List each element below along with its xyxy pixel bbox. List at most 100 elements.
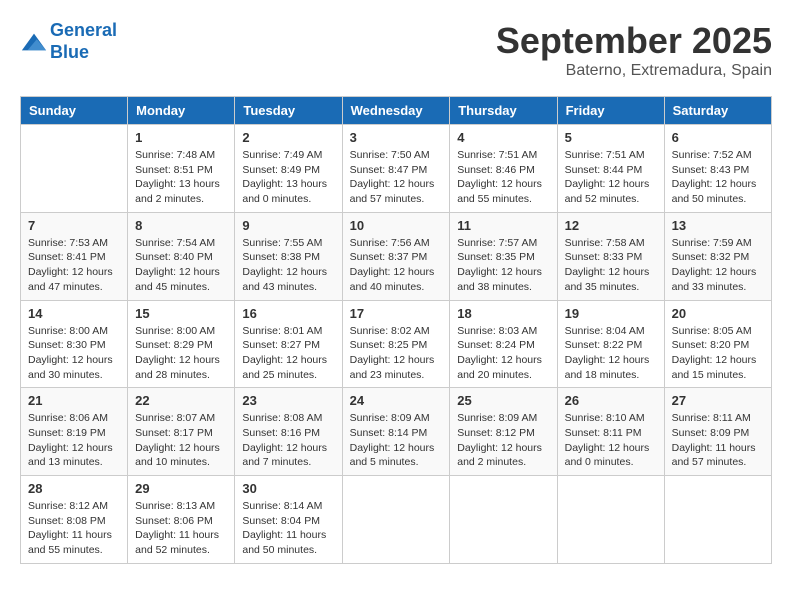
calendar-cell: 25Sunrise: 8:09 AM Sunset: 8:12 PM Dayli… [450, 388, 557, 476]
day-number: 8 [135, 218, 227, 233]
day-info: Sunrise: 8:13 AM Sunset: 8:06 PM Dayligh… [135, 499, 227, 558]
calendar-cell: 5 Sunrise: 7:51 AM Sunset: 8:44 PM Daylig… [557, 125, 664, 213]
day-info: Sunrise: 8:11 AM Sunset: 8:09 PM Dayligh… [672, 411, 764, 470]
day-info: Sunrise: 8:06 AM Sunset: 8:19 PM Dayligh… [28, 411, 120, 470]
day-number: 12 [565, 218, 657, 233]
col-header-tuesday: Tuesday [235, 97, 342, 125]
day-info: Sunrise: 8:02 AM Sunset: 8:25 PM Dayligh… [350, 324, 443, 383]
day-number: 6 [672, 130, 764, 145]
col-header-wednesday: Wednesday [342, 97, 450, 125]
day-number: 7 [28, 218, 120, 233]
calendar-header-row: SundayMondayTuesdayWednesdayThursdayFrid… [21, 97, 772, 125]
day-info: Sunrise: 8:10 AM Sunset: 8:11 PM Dayligh… [565, 411, 657, 470]
day-number: 2 [242, 130, 334, 145]
day-info: Sunrise: 8:09 AM Sunset: 8:12 PM Dayligh… [457, 411, 549, 470]
calendar-cell: 24 Sunrise: 8:09 AM Sunset: 8:14 PM Dayli… [342, 388, 450, 476]
calendar-cell: 8 Sunrise: 7:54 AM Sunset: 8:40 PM Daylig… [128, 212, 235, 300]
calendar-cell: 18 Sunrise: 8:03 AM Sunset: 8:24 PM Dayli… [450, 300, 557, 388]
calendar-cell [21, 125, 128, 213]
day-info: Sunrise: 8:05 AM Sunset: 8:20 PM Dayligh… [672, 324, 764, 383]
day-info: Sunrise: 7:49 AM Sunset: 8:49 PM Dayligh… [242, 148, 334, 207]
day-number: 1 [135, 130, 227, 145]
calendar-cell: 22 Sunrise: 8:07 AM Sunset: 8:17 PM Dayli… [128, 388, 235, 476]
day-number: 24 [350, 393, 443, 408]
logo-line1: General [50, 20, 117, 40]
calendar-cell: 3 Sunrise: 7:50 AM Sunset: 8:47 PM Daylig… [342, 125, 450, 213]
calendar-week-3: 14Sunrise: 8:00 AM Sunset: 8:30 PM Dayli… [21, 300, 772, 388]
calendar-cell: 11 Sunrise: 7:57 AM Sunset: 8:35 PM Dayli… [450, 212, 557, 300]
day-info: Sunrise: 8:03 AM Sunset: 8:24 PM Dayligh… [457, 324, 549, 383]
day-info: Sunrise: 7:50 AM Sunset: 8:47 PM Dayligh… [350, 148, 443, 207]
day-number: 10 [350, 218, 443, 233]
day-number: 29 [135, 481, 227, 496]
day-info: Sunrise: 7:58 AM Sunset: 8:33 PM Dayligh… [565, 236, 657, 295]
day-info: Sunrise: 8:07 AM Sunset: 8:17 PM Dayligh… [135, 411, 227, 470]
calendar-cell: 14Sunrise: 8:00 AM Sunset: 8:30 PM Dayli… [21, 300, 128, 388]
day-info: Sunrise: 7:48 AM Sunset: 8:51 PM Dayligh… [135, 148, 227, 207]
day-info: Sunrise: 7:57 AM Sunset: 8:35 PM Dayligh… [457, 236, 549, 295]
calendar-cell: 4Sunrise: 7:51 AM Sunset: 8:46 PM Daylig… [450, 125, 557, 213]
calendar-cell: 6 Sunrise: 7:52 AM Sunset: 8:43 PM Daylig… [664, 125, 771, 213]
day-info: Sunrise: 8:09 AM Sunset: 8:14 PM Dayligh… [350, 411, 443, 470]
day-info: Sunrise: 8:00 AM Sunset: 8:29 PM Dayligh… [135, 324, 227, 383]
day-number: 3 [350, 130, 443, 145]
calendar-cell: 19Sunrise: 8:04 AM Sunset: 8:22 PM Dayli… [557, 300, 664, 388]
day-number: 13 [672, 218, 764, 233]
col-header-saturday: Saturday [664, 97, 771, 125]
day-number: 21 [28, 393, 120, 408]
day-number: 16 [242, 306, 334, 321]
calendar-cell: 7Sunrise: 7:53 AM Sunset: 8:41 PM Daylig… [21, 212, 128, 300]
location-title: Baterno, Extremadura, Spain [496, 62, 772, 80]
day-info: Sunrise: 7:54 AM Sunset: 8:40 PM Dayligh… [135, 236, 227, 295]
day-info: Sunrise: 7:51 AM Sunset: 8:44 PM Dayligh… [565, 148, 657, 207]
calendar-cell: 30Sunrise: 8:14 AM Sunset: 8:04 PM Dayli… [235, 476, 342, 564]
calendar-cell: 23 Sunrise: 8:08 AM Sunset: 8:16 PM Dayli… [235, 388, 342, 476]
calendar-cell: 15 Sunrise: 8:00 AM Sunset: 8:29 PM Dayli… [128, 300, 235, 388]
day-info: Sunrise: 7:59 AM Sunset: 8:32 PM Dayligh… [672, 236, 764, 295]
day-info: Sunrise: 8:08 AM Sunset: 8:16 PM Dayligh… [242, 411, 334, 470]
day-number: 23 [242, 393, 334, 408]
col-header-friday: Friday [557, 97, 664, 125]
day-number: 22 [135, 393, 227, 408]
col-header-monday: Monday [128, 97, 235, 125]
calendar-cell: 1 Sunrise: 7:48 AM Sunset: 8:51 PM Daylig… [128, 125, 235, 213]
day-number: 11 [457, 218, 549, 233]
calendar-cell: 29 Sunrise: 8:13 AM Sunset: 8:06 PM Dayli… [128, 476, 235, 564]
day-info: Sunrise: 8:01 AM Sunset: 8:27 PM Dayligh… [242, 324, 334, 383]
day-info: Sunrise: 8:14 AM Sunset: 8:04 PM Dayligh… [242, 499, 334, 558]
calendar-week-4: 21 Sunrise: 8:06 AM Sunset: 8:19 PM Dayli… [21, 388, 772, 476]
day-number: 9 [242, 218, 334, 233]
calendar-cell: 26Sunrise: 8:10 AM Sunset: 8:11 PM Dayli… [557, 388, 664, 476]
day-number: 5 [565, 130, 657, 145]
calendar-table: SundayMondayTuesdayWednesdayThursdayFrid… [20, 96, 772, 564]
day-number: 20 [672, 306, 764, 321]
day-number: 28 [28, 481, 120, 496]
calendar-cell [557, 476, 664, 564]
calendar-body: 1 Sunrise: 7:48 AM Sunset: 8:51 PM Daylig… [21, 125, 772, 564]
day-number: 18 [457, 306, 549, 321]
col-header-sunday: Sunday [21, 97, 128, 125]
calendar-cell [342, 476, 450, 564]
calendar-cell [450, 476, 557, 564]
calendar-cell: 12 Sunrise: 7:58 AM Sunset: 8:33 PM Dayli… [557, 212, 664, 300]
day-info: Sunrise: 7:55 AM Sunset: 8:38 PM Dayligh… [242, 236, 334, 295]
day-number: 15 [135, 306, 227, 321]
logo: General Blue [20, 20, 117, 63]
day-number: 19 [565, 306, 657, 321]
day-info: Sunrise: 7:52 AM Sunset: 8:43 PM Dayligh… [672, 148, 764, 207]
calendar-cell: 13 Sunrise: 7:59 AM Sunset: 8:32 PM Dayli… [664, 212, 771, 300]
logo-line2: Blue [50, 42, 89, 62]
calendar-cell: 9 Sunrise: 7:55 AM Sunset: 8:38 PM Daylig… [235, 212, 342, 300]
calendar-week-5: 28 Sunrise: 8:12 AM Sunset: 8:08 PM Dayli… [21, 476, 772, 564]
day-number: 14 [28, 306, 120, 321]
calendar-cell: 20 Sunrise: 8:05 AM Sunset: 8:20 PM Dayli… [664, 300, 771, 388]
calendar-cell: 27Sunrise: 8:11 AM Sunset: 8:09 PM Dayli… [664, 388, 771, 476]
page-header: General Blue September 2025 Baterno, Ext… [20, 20, 772, 80]
calendar-week-2: 7Sunrise: 7:53 AM Sunset: 8:41 PM Daylig… [21, 212, 772, 300]
calendar-cell: 16 Sunrise: 8:01 AM Sunset: 8:27 PM Dayli… [235, 300, 342, 388]
logo-text: General Blue [50, 20, 117, 63]
day-info: Sunrise: 8:12 AM Sunset: 8:08 PM Dayligh… [28, 499, 120, 558]
title-area: September 2025 Baterno, Extremadura, Spa… [496, 20, 772, 80]
day-number: 4 [457, 130, 549, 145]
calendar-week-1: 1 Sunrise: 7:48 AM Sunset: 8:51 PM Daylig… [21, 125, 772, 213]
